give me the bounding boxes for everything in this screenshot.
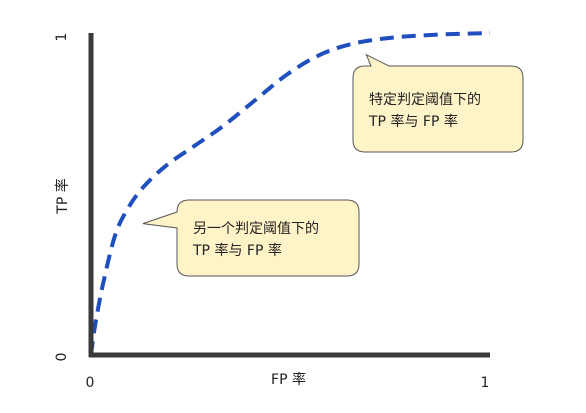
callout-1-line-0: 另一个判定阈值下的	[193, 221, 319, 237]
x-tick-label-1: 1	[481, 375, 490, 391]
y-tick-label-0: 0	[54, 353, 70, 362]
x-axis-title: FP 率	[271, 371, 306, 388]
callout-0-line-1: TP 率与 FP 率	[368, 113, 458, 130]
callout-layer: 特定判定阈值下的TP 率与 FP 率另一个判定阈值下的TP 率与 FP 率	[142, 53, 524, 277]
callout-bubble-1	[142, 199, 360, 277]
y-tick-label-1: 1	[54, 33, 70, 42]
callout-0-line-0: 特定判定阈值下的	[369, 92, 481, 108]
callout-1-line-1: TP 率与 FP 率	[192, 242, 282, 259]
x-tick-label-0: 0	[86, 375, 95, 391]
y-axis-title: TP 率	[54, 178, 71, 214]
roc-chart: 特定判定阈值下的TP 率与 FP 率另一个判定阈值下的TP 率与 FP 率 01…	[54, 31, 524, 391]
